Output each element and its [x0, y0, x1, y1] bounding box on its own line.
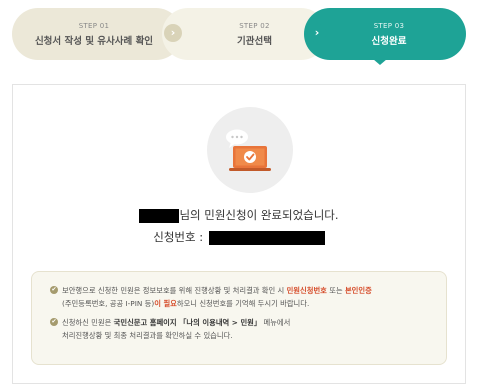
notice-item-2: ✔ 신청하신 민원은 국민신문고 홈페이지 「나의 이용내역 > 민원」 메뉴에…: [50, 316, 432, 342]
step-3-current: STEP 03 신청완료: [304, 8, 466, 60]
emphasis-application-number: 민원신청번호: [286, 286, 327, 295]
notice-text: 처리진행상황 및 최종 처리결과를 확인하실 수 있습니다.: [62, 331, 233, 340]
step-2: STEP 02 기관선택: [162, 8, 327, 60]
chevron-right-icon: ›: [164, 24, 182, 42]
step-3-label: 신청완료: [371, 35, 407, 47]
step-indicator: STEP 01 신청서 작성 및 유사사례 확인 STEP 02 기관선택 ST…: [12, 8, 466, 60]
notice-text: 신청하신 민원은: [62, 318, 114, 327]
redacted-name: [139, 208, 180, 223]
completion-text: 님의 민원신청이 완료되었습니다.: [179, 208, 339, 222]
notice-text: 하오니 신청번호를 기억해 두시기 바랍니다.: [176, 299, 310, 308]
step-2-number: STEP 02: [239, 21, 270, 30]
application-number-line: 신청번호 :: [13, 229, 465, 245]
emphasis-my-history-menu: 국민신문고 홈페이지 「나의 이용내역 > 민원」: [113, 318, 262, 327]
laptop-check-icon: [207, 107, 293, 193]
emphasis-identity-verification: 본인인증: [344, 286, 372, 295]
check-circle-icon: ✔: [50, 286, 58, 294]
application-number-label: 신청번호 :: [153, 230, 204, 244]
notice-box: ✔ 보안행으로 신청한 민원은 정보보호를 위해 진행상황 및 처리결과 확인 …: [31, 271, 447, 365]
notice-text: (주민등록번호, 공공 I-PIN 등): [62, 299, 155, 308]
notice-text: 보안행으로 신청한 민원은 정보보호를 위해 진행상황 및 처리결과 확인 시: [62, 286, 287, 295]
emphasis-required: 이 필요: [154, 299, 177, 308]
redacted-application-number: [208, 230, 325, 245]
step-3-number: STEP 03: [373, 21, 405, 30]
completion-message: 님의 민원신청이 완료되었습니다.: [13, 207, 465, 223]
notice-item-1: ✔ 보안행으로 신청한 민원은 정보보호를 위해 진행상황 및 처리결과 확인 …: [50, 284, 432, 310]
completion-panel: 님의 민원신청이 완료되었습니다. 신청번호 : ✔ 보안행으로 신청한 민원은…: [12, 84, 466, 384]
notice-text: 또는: [326, 286, 345, 295]
step-1-number: STEP 01: [78, 21, 110, 30]
chevron-right-icon: ›: [308, 24, 326, 42]
check-circle-icon: ✔: [50, 318, 58, 326]
step-1: STEP 01 신청서 작성 및 유사사례 확인: [12, 8, 182, 60]
notice-text: 메뉴에서: [261, 318, 291, 327]
step-1-label: 신청서 작성 및 유사사례 확인: [34, 35, 154, 47]
step-2-label: 기관선택: [237, 35, 272, 47]
